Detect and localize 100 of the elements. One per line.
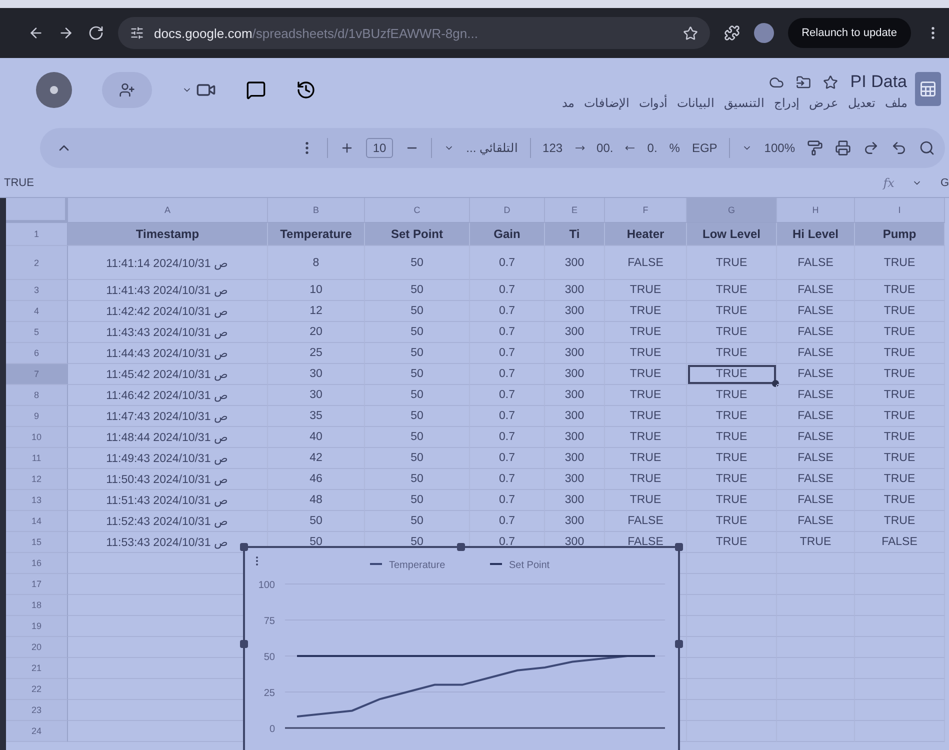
table-cell: FALSE bbox=[777, 448, 855, 469]
row-number[interactable]: 2 bbox=[6, 246, 68, 280]
column-header[interactable]: F bbox=[605, 198, 687, 223]
column-header[interactable]: C bbox=[365, 198, 470, 223]
row-number[interactable]: 13 bbox=[6, 490, 68, 511]
table-cell: TRUE bbox=[605, 364, 687, 385]
column-header[interactable]: D bbox=[470, 198, 545, 223]
currency-format[interactable]: EGP bbox=[692, 141, 718, 155]
number-format[interactable]: 123 bbox=[542, 141, 563, 155]
menu-item[interactable]: مد bbox=[562, 96, 574, 110]
arrow-right-icon[interactable] bbox=[574, 143, 585, 153]
resize-handle[interactable] bbox=[457, 543, 465, 551]
print-icon[interactable] bbox=[835, 140, 851, 156]
column-header[interactable]: E bbox=[545, 198, 605, 223]
row-number[interactable]: 20 bbox=[6, 637, 68, 658]
menu-item[interactable]: الإضافات bbox=[584, 96, 629, 110]
menu-item[interactable]: أدوات bbox=[639, 96, 667, 110]
row-number[interactable]: 18 bbox=[6, 595, 68, 616]
column-title: Ti bbox=[545, 223, 605, 246]
forward-icon[interactable] bbox=[58, 25, 74, 41]
comment-icon[interactable] bbox=[246, 80, 266, 100]
row-number[interactable]: 5 bbox=[6, 322, 68, 343]
profile-avatar[interactable] bbox=[754, 23, 774, 43]
row-number[interactable]: 19 bbox=[6, 616, 68, 637]
column-header[interactable]: G bbox=[687, 198, 777, 223]
document-title[interactable]: PI Data bbox=[850, 72, 907, 92]
row-number[interactable]: 14 bbox=[6, 511, 68, 532]
row-number[interactable]: 10 bbox=[6, 427, 68, 448]
row-number[interactable]: 9 bbox=[6, 406, 68, 427]
address-bar[interactable]: docs.google.com/spreadsheets/d/1vBUzfEAWWR-8gn... bbox=[118, 17, 710, 49]
row-number[interactable]: 4 bbox=[6, 301, 68, 322]
formula-content[interactable]: TRUE bbox=[4, 176, 34, 188]
star-icon[interactable] bbox=[823, 74, 838, 90]
extensions-icon[interactable] bbox=[724, 25, 740, 41]
menu-item[interactable]: إدراج bbox=[774, 96, 799, 110]
name-box[interactable]: G bbox=[940, 176, 949, 188]
row-number[interactable]: 17 bbox=[6, 574, 68, 595]
share-button[interactable] bbox=[102, 72, 152, 108]
fill-handle[interactable] bbox=[772, 380, 779, 387]
table-cell: 12 bbox=[268, 301, 365, 322]
redo-icon[interactable] bbox=[863, 140, 879, 156]
column-header[interactable]: I bbox=[855, 198, 945, 223]
row-number[interactable]: 11 bbox=[6, 448, 68, 469]
row-number[interactable]: 7 bbox=[6, 364, 68, 385]
percent-format[interactable]: % bbox=[669, 141, 680, 155]
increase-decimal[interactable]: .00 bbox=[596, 141, 614, 155]
table-cell: FALSE bbox=[855, 532, 945, 553]
resize-handle[interactable] bbox=[240, 543, 248, 551]
row-number[interactable]: 23 bbox=[6, 700, 68, 721]
arrow-left-icon[interactable] bbox=[625, 143, 636, 153]
table-cell: 50 bbox=[365, 385, 470, 406]
zoom-select[interactable]: 100% bbox=[764, 141, 795, 155]
decrease-decimal[interactable]: .0 bbox=[647, 141, 658, 155]
table-cell: 0.7 bbox=[470, 343, 545, 364]
table-cell: 11:49:43 2024/10/31 ص bbox=[68, 448, 268, 469]
table-cell: 300 bbox=[545, 301, 605, 322]
site-settings-icon[interactable] bbox=[130, 26, 144, 40]
row-number[interactable]: 8 bbox=[6, 385, 68, 406]
row-number[interactable]: 3 bbox=[6, 280, 68, 301]
row-number[interactable]: 6 bbox=[6, 343, 68, 364]
table-cell: FALSE bbox=[777, 385, 855, 406]
undo-icon[interactable] bbox=[891, 140, 907, 156]
table-cell: TRUE bbox=[605, 385, 687, 406]
url-host: docs.google.com bbox=[154, 26, 252, 40]
relaunch-button[interactable]: Relaunch to update bbox=[788, 18, 911, 48]
table-cell: 10 bbox=[268, 280, 365, 301]
row-number[interactable]: 22 bbox=[6, 679, 68, 700]
paint-format-icon[interactable] bbox=[807, 140, 823, 156]
resize-handle[interactable] bbox=[675, 543, 683, 551]
cloud-icon[interactable] bbox=[769, 74, 784, 90]
account-avatar[interactable] bbox=[36, 72, 72, 108]
row-number[interactable]: 12 bbox=[6, 469, 68, 490]
bookmark-star-icon[interactable] bbox=[682, 26, 698, 40]
resize-handle[interactable] bbox=[675, 640, 683, 648]
font-select[interactable]: التلقائي ... bbox=[466, 141, 518, 155]
column-header[interactable]: A bbox=[68, 198, 268, 223]
sheets-logo[interactable] bbox=[915, 72, 941, 106]
resize-handle[interactable] bbox=[240, 640, 248, 648]
table-cell: FALSE bbox=[777, 301, 855, 322]
font-size-field[interactable]: 10 bbox=[366, 138, 394, 158]
menu-item[interactable]: البيانات bbox=[677, 96, 714, 110]
column-header[interactable]: B bbox=[268, 198, 365, 223]
row-number[interactable]: 21 bbox=[6, 658, 68, 679]
menu-item[interactable]: ملف bbox=[885, 96, 907, 110]
menu-item[interactable]: تعديل bbox=[848, 96, 875, 110]
search-icon[interactable] bbox=[919, 140, 935, 156]
row-number[interactable]: 24 bbox=[6, 721, 68, 742]
reload-icon[interactable] bbox=[88, 25, 104, 41]
history-icon[interactable] bbox=[296, 80, 316, 100]
table-cell: TRUE bbox=[855, 343, 945, 364]
back-icon[interactable] bbox=[28, 25, 44, 41]
row-number[interactable]: 1 bbox=[6, 223, 68, 246]
row-number[interactable]: 16 bbox=[6, 553, 68, 574]
move-folder-icon[interactable] bbox=[796, 74, 812, 90]
column-header[interactable]: H bbox=[777, 198, 855, 223]
increase-size-icon[interactable] bbox=[340, 141, 354, 155]
row-number[interactable]: 15 bbox=[6, 532, 68, 553]
table-cell: TRUE bbox=[605, 301, 687, 322]
menu-item[interactable]: عرض bbox=[809, 96, 838, 110]
menu-item[interactable]: التنسيق bbox=[724, 96, 764, 110]
